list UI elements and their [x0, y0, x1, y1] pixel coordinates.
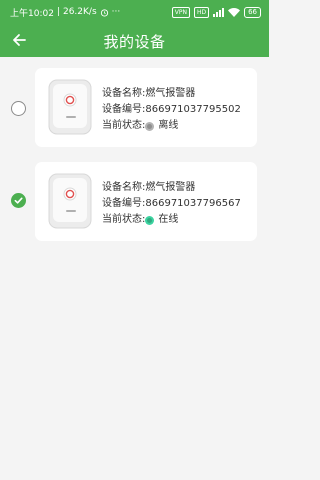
page-title: 我的设备	[103, 33, 166, 51]
app-bar: 我的设备	[0, 24, 269, 57]
device-name-row: 设备名称: 燃气报警器	[102, 86, 241, 102]
more-notifications-icon: ···	[111, 7, 121, 17]
alarm-clock-icon	[100, 8, 108, 17]
device-id: 866971037795502	[145, 104, 241, 115]
device-name: 燃气报警器	[145, 182, 196, 193]
device-status-row: 当前状态: 离线	[102, 118, 241, 134]
device-status-row: 当前状态: 在线	[102, 212, 241, 228]
gas-alarm-device-image	[48, 173, 92, 229]
device-list-item[interactable]: 设备名称: 燃气报警器 设备编号: 866971037795502 当前状态: …	[0, 68, 269, 148]
status-indicator-icon	[145, 121, 155, 131]
device-list-item[interactable]: 设备名称: 燃气报警器 设备编号: 866971037796567 当前状态: …	[0, 162, 269, 242]
device-status: 在线	[158, 214, 179, 225]
device-name-row: 设备名称: 燃气报警器	[102, 180, 241, 196]
status-time: 上午10:02	[10, 8, 54, 19]
device-id: 866971037796567	[145, 198, 241, 209]
wifi-icon	[228, 7, 241, 17]
vpn-badge: VPN	[171, 6, 190, 18]
select-radio[interactable]	[11, 101, 26, 116]
signal-icon	[213, 7, 225, 17]
device-status: 离线	[158, 120, 179, 131]
status-indicator-icon	[145, 215, 155, 225]
status-network-speed: 26.2K/s	[62, 7, 97, 17]
battery-icon: 66	[244, 6, 261, 18]
device-card[interactable]: 设备名称: 燃气报警器 设备编号: 866971037795502 当前状态: …	[35, 68, 257, 147]
device-id-row: 设备编号: 866971037796567	[102, 196, 241, 212]
device-name: 燃气报警器	[145, 88, 196, 99]
select-radio-checked[interactable]	[11, 193, 26, 208]
status-bar: 上午10:02 | 26.2K/s ··· VPN HD 66	[0, 0, 269, 24]
gas-alarm-device-image	[48, 79, 92, 135]
checkmark-icon	[14, 197, 23, 204]
device-card[interactable]: 设备名称: 燃气报警器 设备编号: 866971037796567 当前状态: …	[35, 162, 257, 241]
device-id-row: 设备编号: 866971037795502	[102, 102, 241, 118]
hd-badge: HD	[193, 6, 210, 18]
